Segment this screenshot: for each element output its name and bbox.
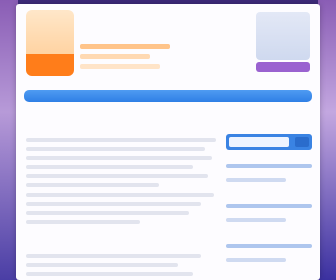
header-action-button[interactable] [256, 62, 310, 72]
text-line [26, 202, 201, 206]
sidebar-link[interactable] [226, 218, 287, 222]
sidebar-link[interactable] [226, 244, 312, 248]
header-banner-line [80, 44, 170, 49]
text-line [26, 165, 194, 169]
text-line [26, 263, 178, 267]
header-banner-line [80, 64, 160, 69]
header-banner-line [80, 54, 150, 59]
main-nav [24, 90, 312, 102]
logo-bottom [26, 54, 74, 76]
text-line [26, 220, 140, 224]
text-line [26, 138, 216, 142]
sidebar [226, 134, 312, 262]
web-page [16, 4, 320, 280]
text-line [26, 254, 201, 258]
text-line [26, 193, 215, 197]
sidebar-link[interactable] [226, 178, 287, 182]
header-ad-box[interactable] [256, 12, 310, 60]
search-button[interactable] [295, 137, 309, 147]
sidebar-link[interactable] [226, 164, 312, 168]
text-line [26, 156, 213, 160]
site-header [16, 4, 320, 80]
article-body [26, 138, 216, 229]
site-logo[interactable] [26, 10, 74, 76]
background-right [318, 0, 336, 280]
text-line [26, 183, 159, 187]
sidebar-link[interactable] [226, 258, 287, 262]
sidebar-link[interactable] [226, 204, 312, 208]
sidebar-search [226, 134, 312, 150]
text-line [26, 147, 205, 151]
text-line [26, 174, 209, 178]
section-body [26, 254, 216, 280]
logo-top [26, 10, 74, 54]
text-line [26, 272, 194, 276]
search-input[interactable] [229, 137, 289, 147]
text-line [26, 211, 190, 215]
